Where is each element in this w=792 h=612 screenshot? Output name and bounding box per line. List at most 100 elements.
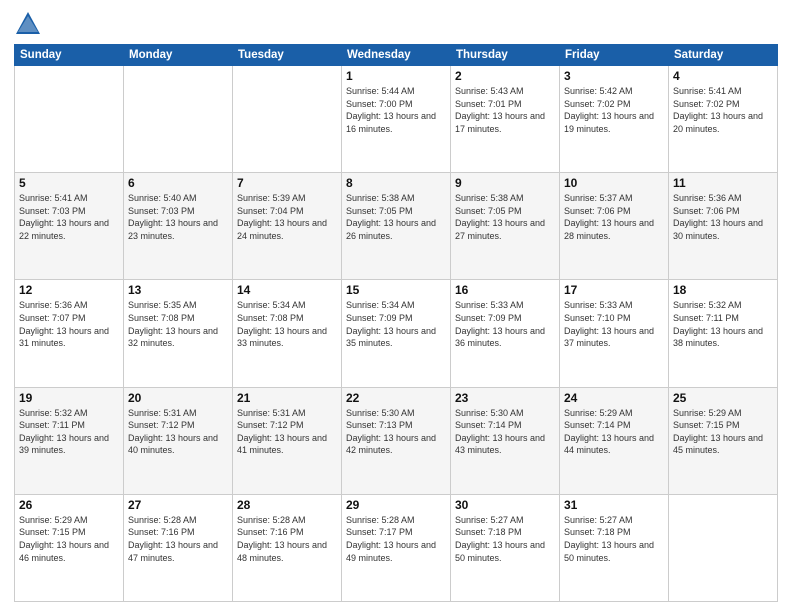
day-number: 23 — [455, 391, 555, 405]
calendar-cell: 28 Sunrise: 5:28 AM Sunset: 7:16 PM Dayli… — [233, 494, 342, 601]
day-info: Sunrise: 5:39 AM Sunset: 7:04 PM Dayligh… — [237, 192, 337, 242]
logo-icon — [14, 10, 42, 38]
calendar-cell: 5 Sunrise: 5:41 AM Sunset: 7:03 PM Daylig… — [15, 173, 124, 280]
calendar-cell: 11 Sunrise: 5:36 AM Sunset: 7:06 PM Dayli… — [669, 173, 778, 280]
day-info: Sunrise: 5:41 AM Sunset: 7:03 PM Dayligh… — [19, 192, 119, 242]
day-number: 28 — [237, 498, 337, 512]
calendar-cell: 13 Sunrise: 5:35 AM Sunset: 7:08 PM Dayli… — [124, 280, 233, 387]
header-sunday: Sunday — [15, 45, 124, 66]
calendar-header-row: SundayMondayTuesdayWednesdayThursdayFrid… — [15, 45, 778, 66]
week-row-0: 1 Sunrise: 5:44 AM Sunset: 7:00 PM Daylig… — [15, 66, 778, 173]
calendar-cell: 8 Sunrise: 5:38 AM Sunset: 7:05 PM Daylig… — [342, 173, 451, 280]
day-number: 21 — [237, 391, 337, 405]
day-info: Sunrise: 5:27 AM Sunset: 7:18 PM Dayligh… — [564, 514, 664, 564]
calendar-cell: 20Sunrise: 5:31 AM Sunset: 7:12 PM Dayli… — [124, 387, 233, 494]
day-info: Sunrise: 5:44 AM Sunset: 7:00 PM Dayligh… — [346, 85, 446, 135]
day-info: Sunrise: 5:28 AM Sunset: 7:16 PM Dayligh… — [237, 514, 337, 564]
day-number: 26 — [19, 498, 119, 512]
day-number: 12 — [19, 283, 119, 297]
calendar-cell: 12 Sunrise: 5:36 AM Sunset: 7:07 PM Dayli… — [15, 280, 124, 387]
day-number: 30 — [455, 498, 555, 512]
day-number: 13 — [128, 283, 228, 297]
calendar-cell: 19Sunrise: 5:32 AM Sunset: 7:11 PM Dayli… — [15, 387, 124, 494]
day-number: 29 — [346, 498, 446, 512]
day-number: 10 — [564, 176, 664, 190]
header-friday: Friday — [560, 45, 669, 66]
header — [14, 10, 778, 38]
calendar-cell: 18Sunrise: 5:32 AM Sunset: 7:11 PM Dayli… — [669, 280, 778, 387]
day-info: Sunrise: 5:36 AM Sunset: 7:07 PM Dayligh… — [19, 299, 119, 349]
day-number: 4 — [673, 69, 773, 83]
calendar-cell: 24Sunrise: 5:29 AM Sunset: 7:14 PM Dayli… — [560, 387, 669, 494]
day-info: Sunrise: 5:29 AM Sunset: 7:15 PM Dayligh… — [673, 407, 773, 457]
logo — [14, 10, 44, 38]
day-number: 1 — [346, 69, 446, 83]
calendar-cell: 30 Sunrise: 5:27 AM Sunset: 7:18 PM Dayli… — [451, 494, 560, 601]
calendar-cell: 29 Sunrise: 5:28 AM Sunset: 7:17 PM Dayli… — [342, 494, 451, 601]
day-number: 11 — [673, 176, 773, 190]
day-info: Sunrise: 5:34 AM Sunset: 7:08 PM Dayligh… — [237, 299, 337, 349]
day-info: Sunrise: 5:38 AM Sunset: 7:05 PM Dayligh… — [346, 192, 446, 242]
calendar-cell — [124, 66, 233, 173]
week-row-1: 5 Sunrise: 5:41 AM Sunset: 7:03 PM Daylig… — [15, 173, 778, 280]
day-number: 2 — [455, 69, 555, 83]
day-number: 15 — [346, 283, 446, 297]
day-info: Sunrise: 5:43 AM Sunset: 7:01 PM Dayligh… — [455, 85, 555, 135]
calendar-cell — [669, 494, 778, 601]
calendar-cell: 7 Sunrise: 5:39 AM Sunset: 7:04 PM Daylig… — [233, 173, 342, 280]
page: SundayMondayTuesdayWednesdayThursdayFrid… — [0, 0, 792, 612]
day-number: 8 — [346, 176, 446, 190]
day-number: 5 — [19, 176, 119, 190]
day-number: 24 — [564, 391, 664, 405]
header-thursday: Thursday — [451, 45, 560, 66]
day-number: 25 — [673, 391, 773, 405]
calendar-cell: 22 Sunrise: 5:30 AM Sunset: 7:13 PM Dayli… — [342, 387, 451, 494]
calendar-cell: 31 Sunrise: 5:27 AM Sunset: 7:18 PM Dayli… — [560, 494, 669, 601]
calendar-cell: 16 Sunrise: 5:33 AM Sunset: 7:09 PM Dayli… — [451, 280, 560, 387]
day-number: 7 — [237, 176, 337, 190]
day-number: 18 — [673, 283, 773, 297]
day-info: Sunrise: 5:41 AM Sunset: 7:02 PM Dayligh… — [673, 85, 773, 135]
calendar-cell: 21Sunrise: 5:31 AM Sunset: 7:12 PM Dayli… — [233, 387, 342, 494]
calendar-cell — [15, 66, 124, 173]
day-number: 3 — [564, 69, 664, 83]
day-info: Sunrise: 5:29 AM Sunset: 7:15 PM Dayligh… — [19, 514, 119, 564]
day-info: Sunrise: 5:32 AM Sunset: 7:11 PM Dayligh… — [19, 407, 119, 457]
header-tuesday: Tuesday — [233, 45, 342, 66]
week-row-4: 26 Sunrise: 5:29 AM Sunset: 7:15 PM Dayli… — [15, 494, 778, 601]
calendar-cell: 25 Sunrise: 5:29 AM Sunset: 7:15 PM Dayli… — [669, 387, 778, 494]
day-info: Sunrise: 5:28 AM Sunset: 7:16 PM Dayligh… — [128, 514, 228, 564]
calendar-cell: 2 Sunrise: 5:43 AM Sunset: 7:01 PM Daylig… — [451, 66, 560, 173]
day-number: 9 — [455, 176, 555, 190]
header-monday: Monday — [124, 45, 233, 66]
day-info: Sunrise: 5:42 AM Sunset: 7:02 PM Dayligh… — [564, 85, 664, 135]
day-info: Sunrise: 5:36 AM Sunset: 7:06 PM Dayligh… — [673, 192, 773, 242]
day-number: 16 — [455, 283, 555, 297]
day-info: Sunrise: 5:40 AM Sunset: 7:03 PM Dayligh… — [128, 192, 228, 242]
day-number: 17 — [564, 283, 664, 297]
day-info: Sunrise: 5:30 AM Sunset: 7:13 PM Dayligh… — [346, 407, 446, 457]
calendar-cell — [233, 66, 342, 173]
day-number: 22 — [346, 391, 446, 405]
day-number: 6 — [128, 176, 228, 190]
calendar-table: SundayMondayTuesdayWednesdayThursdayFrid… — [14, 44, 778, 602]
day-info: Sunrise: 5:35 AM Sunset: 7:08 PM Dayligh… — [128, 299, 228, 349]
day-info: Sunrise: 5:27 AM Sunset: 7:18 PM Dayligh… — [455, 514, 555, 564]
day-info: Sunrise: 5:33 AM Sunset: 7:09 PM Dayligh… — [455, 299, 555, 349]
calendar-cell: 6 Sunrise: 5:40 AM Sunset: 7:03 PM Daylig… — [124, 173, 233, 280]
calendar-cell: 10 Sunrise: 5:37 AM Sunset: 7:06 PM Dayli… — [560, 173, 669, 280]
calendar-cell: 17 Sunrise: 5:33 AM Sunset: 7:10 PM Dayli… — [560, 280, 669, 387]
calendar-cell: 23 Sunrise: 5:30 AM Sunset: 7:14 PM Dayli… — [451, 387, 560, 494]
day-info: Sunrise: 5:33 AM Sunset: 7:10 PM Dayligh… — [564, 299, 664, 349]
header-wednesday: Wednesday — [342, 45, 451, 66]
day-info: Sunrise: 5:34 AM Sunset: 7:09 PM Dayligh… — [346, 299, 446, 349]
day-info: Sunrise: 5:30 AM Sunset: 7:14 PM Dayligh… — [455, 407, 555, 457]
calendar-cell: 27Sunrise: 5:28 AM Sunset: 7:16 PM Dayli… — [124, 494, 233, 601]
week-row-2: 12 Sunrise: 5:36 AM Sunset: 7:07 PM Dayli… — [15, 280, 778, 387]
day-number: 14 — [237, 283, 337, 297]
day-number: 31 — [564, 498, 664, 512]
calendar-cell: 26 Sunrise: 5:29 AM Sunset: 7:15 PM Dayli… — [15, 494, 124, 601]
day-info: Sunrise: 5:28 AM Sunset: 7:17 PM Dayligh… — [346, 514, 446, 564]
day-info: Sunrise: 5:37 AM Sunset: 7:06 PM Dayligh… — [564, 192, 664, 242]
day-number: 20 — [128, 391, 228, 405]
